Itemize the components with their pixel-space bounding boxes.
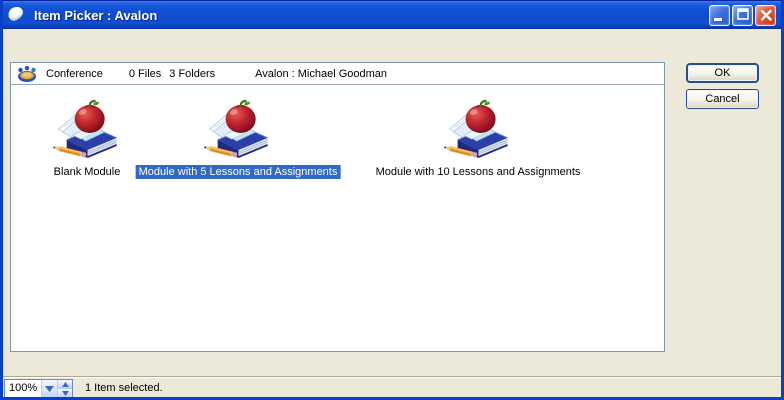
folder-info-bar: Conference 0 Files 3 Folders Avalon : Mi… bbox=[11, 63, 664, 85]
list-item-blank-module[interactable]: Blank Module bbox=[51, 99, 124, 179]
zoom-spinner bbox=[57, 380, 72, 397]
list-item-module-5-lessons[interactable]: Module with 5 Lessons and Assignments bbox=[136, 99, 341, 179]
spinner-down-icon bbox=[62, 391, 69, 396]
window-title: Item Picker : Avalon bbox=[34, 8, 157, 23]
close-icon bbox=[756, 5, 775, 26]
files-count: 0 Files bbox=[129, 68, 161, 80]
module-apple-books-icon bbox=[202, 99, 274, 163]
zoom-value[interactable]: 100% bbox=[5, 380, 41, 397]
item-label-selected[interactable]: Module with 5 Lessons and Assignments bbox=[136, 165, 341, 179]
close-button[interactable] bbox=[755, 5, 776, 26]
folders-count: 3 Folders bbox=[169, 68, 215, 80]
ok-button[interactable]: OK bbox=[686, 63, 759, 83]
module-apple-books-icon bbox=[51, 99, 123, 163]
list-item-module-10-lessons[interactable]: Module with 10 Lessons and Assignments bbox=[373, 99, 584, 179]
zoom-control[interactable]: 100% bbox=[4, 379, 73, 398]
maximize-icon bbox=[733, 5, 752, 26]
spinner-up-icon bbox=[62, 382, 69, 387]
item-label[interactable]: Blank Module bbox=[51, 165, 124, 179]
zoom-increase-button[interactable] bbox=[58, 380, 72, 388]
module-apple-books-icon bbox=[442, 99, 514, 163]
item-list-panel: Conference 0 Files 3 Folders Avalon : Mi… bbox=[10, 62, 665, 352]
titlebar[interactable]: Item Picker : Avalon bbox=[0, 0, 784, 29]
item-label[interactable]: Module with 10 Lessons and Assignments bbox=[373, 165, 584, 179]
item-list[interactable]: Blank Module Module with 5 Lessons and A… bbox=[11, 85, 664, 351]
firstclass-note-icon bbox=[6, 4, 28, 26]
minimize-button[interactable] bbox=[709, 5, 730, 26]
maximize-button[interactable] bbox=[732, 5, 753, 26]
zoom-dropdown-button[interactable] bbox=[41, 380, 57, 397]
chevron-down-icon bbox=[45, 386, 54, 392]
statusbar-divider bbox=[0, 376, 784, 378]
folder-type-label: Conference bbox=[46, 68, 103, 80]
selection-status: 1 Item selected. bbox=[85, 379, 163, 398]
cancel-button[interactable]: Cancel bbox=[686, 89, 759, 109]
conference-icon[interactable] bbox=[16, 65, 38, 83]
minimize-icon bbox=[710, 5, 729, 26]
item-picker-window: Item Picker : Avalon bbox=[0, 0, 784, 400]
window-controls bbox=[709, 5, 776, 26]
server-user-context: Avalon : Michael Goodman bbox=[255, 68, 387, 80]
zoom-decrease-button[interactable] bbox=[58, 388, 72, 397]
